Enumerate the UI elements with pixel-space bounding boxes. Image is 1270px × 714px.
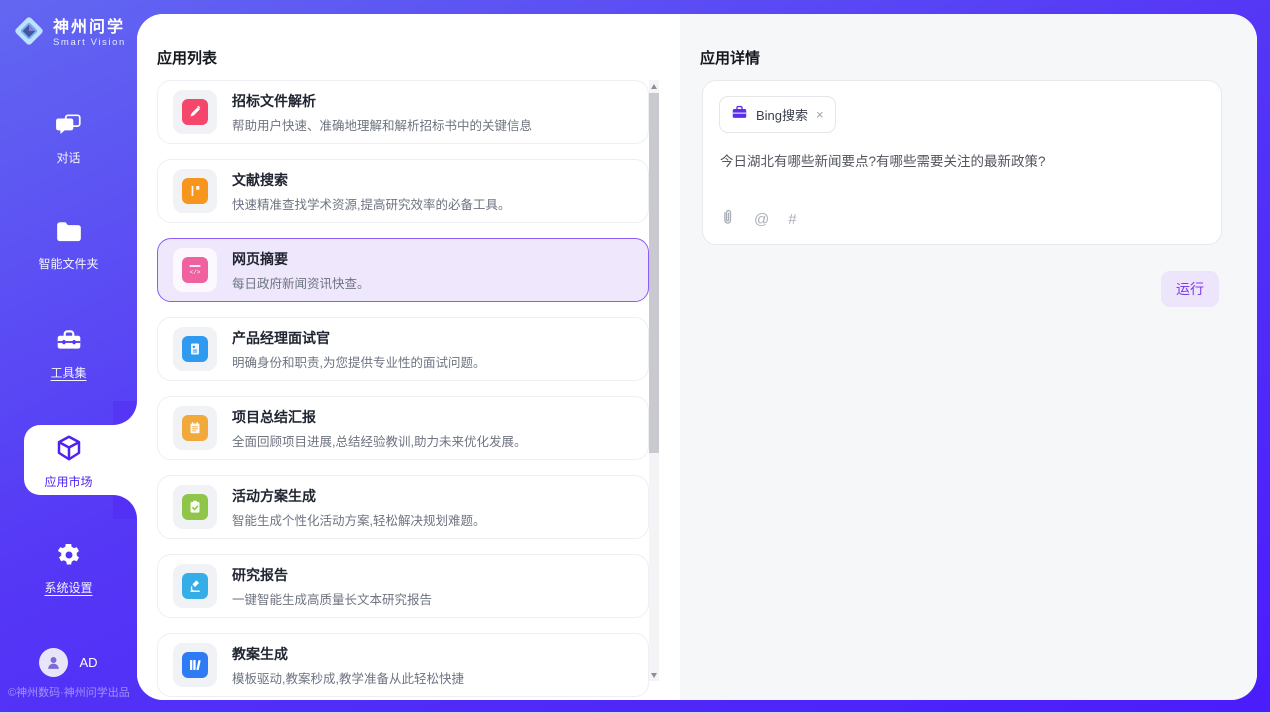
book-icon	[182, 178, 208, 204]
copyright-footer: ©神州数码·神州问学出品	[8, 684, 130, 700]
folder-icon	[55, 220, 83, 247]
pen-square-icon	[182, 99, 208, 125]
run-button[interactable]: 运行	[1161, 271, 1219, 307]
app-card-desc: 明确身份和职责,为您提供专业性的面试问题。	[232, 352, 485, 371]
app-card-title: 项目总结汇报	[232, 407, 526, 427]
sidebar-item-label: 系统设置	[44, 579, 92, 596]
microscope-icon	[182, 573, 208, 599]
app-card-desc: 智能生成个性化活动方案,轻松解决规划难题。	[232, 510, 485, 529]
brand-subtitle: Smart Vision	[53, 37, 126, 48]
app-card-desc: 模板驱动,教案秒成,教学准备从此轻松快捷	[232, 668, 464, 687]
sidebar-item-settings[interactable]: 系统设置	[0, 542, 137, 596]
brand-logo: 神州问学 Smart Vision	[11, 13, 126, 54]
close-icon[interactable]: ×	[816, 108, 824, 121]
app-card-pm-interviewer[interactable]: 产品经理面试官 明确身份和职责,为您提供专业性的面试问题。	[157, 317, 649, 381]
app-card-title: 文献搜索	[232, 170, 510, 190]
toolbox-icon	[55, 327, 83, 356]
user-initials: AD	[79, 655, 97, 670]
app-icon-tile	[173, 327, 217, 371]
sidebar-item-label: 工具集	[50, 364, 86, 381]
app-icon-tile	[173, 564, 217, 608]
resume-icon	[182, 336, 208, 362]
at-mention-icon[interactable]: @	[754, 211, 769, 228]
app-icon-tile	[173, 485, 217, 529]
sidebar-item-toolset[interactable]: 工具集	[0, 327, 137, 381]
hash-tag-icon[interactable]: #	[788, 211, 796, 228]
sidebar-item-label: 应用市场	[44, 473, 92, 490]
cube-icon	[54, 434, 84, 465]
browser-code-icon: </>	[182, 257, 208, 283]
query-input[interactable]: 今日湖北有哪些新闻要点?有哪些需要关注的最新政策?	[720, 152, 1205, 172]
diamond-logo-icon	[11, 13, 47, 54]
tool-tag-label: Bing搜索	[756, 105, 808, 124]
briefcase-icon	[731, 104, 748, 125]
clipboard-check-icon	[182, 494, 208, 520]
tool-tag-bing-search[interactable]: Bing搜索 ×	[719, 96, 836, 133]
user-account[interactable]: AD	[0, 648, 137, 677]
sidebar: 神州问学 Smart Vision 对话 智能文件夹	[0, 0, 137, 714]
app-card-title: 网页摘要	[232, 249, 370, 269]
app-card-project-summary[interactable]: 项目总结汇报 全面回顾项目进展,总结经验教训,助力未来优化发展。	[157, 396, 649, 460]
app-icon-tile	[173, 643, 217, 687]
app-card-list: 招标文件解析 帮助用户快速、准确地理解和解析招标书中的关键信息 文献搜索 快速精…	[157, 80, 649, 700]
app-icon-tile: </>	[173, 248, 217, 292]
app-list-scrollbar[interactable]	[649, 80, 659, 681]
app-card-title: 教案生成	[232, 644, 464, 664]
app-detail-title: 应用详情	[700, 47, 760, 68]
app-icon-tile	[173, 406, 217, 450]
avatar	[39, 648, 68, 677]
app-icon-tile	[173, 90, 217, 134]
app-card-desc: 全面回顾项目进展,总结经验教训,助力未来优化发展。	[232, 431, 526, 450]
app-card-desc: 一键智能生成高质量长文本研究报告	[232, 589, 432, 608]
books-icon	[182, 652, 208, 678]
scrollbar-thumb[interactable]	[649, 93, 659, 453]
app-icon-tile	[173, 169, 217, 213]
notepad-icon	[182, 415, 208, 441]
app-card-title: 活动方案生成	[232, 486, 485, 506]
app-card-desc: 帮助用户快速、准确地理解和解析招标书中的关键信息	[232, 115, 532, 134]
gear-icon	[55, 542, 83, 571]
app-list-title: 应用列表	[157, 47, 217, 68]
app-detail-section: 应用详情 Bing搜索 × 今日湖北有哪些新闻要点?有哪些需要关注的最新政策?	[680, 14, 1257, 700]
app-card-desc: 快速精准查找学术资源,提高研究效率的必备工具。	[232, 194, 510, 213]
scroll-up-arrow-icon[interactable]	[649, 80, 659, 92]
brand-name: 神州问学	[53, 19, 126, 37]
sidebar-item-app-market[interactable]: 应用市场	[0, 434, 137, 490]
app-card-desc: 每日政府新闻资讯快查。	[232, 273, 370, 292]
scroll-down-arrow-icon[interactable]	[649, 669, 659, 681]
app-card-title: 招标文件解析	[232, 91, 532, 111]
sidebar-item-smart-folder[interactable]: 智能文件夹	[0, 220, 137, 272]
app-card-title: 产品经理面试官	[232, 328, 485, 348]
app-list-section: 应用列表 招标文件解析 帮助用户快速、准确地理解和解析招标书中的关键信息	[137, 14, 680, 700]
attachment-toolbar: @ #	[720, 208, 797, 231]
main-panel: 应用列表 招标文件解析 帮助用户快速、准确地理解和解析招标书中的关键信息	[137, 14, 1257, 700]
sidebar-item-label: 智能文件夹	[38, 255, 98, 272]
app-card-bid-analysis[interactable]: 招标文件解析 帮助用户快速、准确地理解和解析招标书中的关键信息	[157, 80, 649, 144]
paperclip-icon[interactable]	[720, 208, 735, 231]
app-card-research-report[interactable]: 研究报告 一键智能生成高质量长文本研究报告	[157, 554, 649, 618]
prompt-card[interactable]: Bing搜索 × 今日湖北有哪些新闻要点?有哪些需要关注的最新政策? @ #	[702, 80, 1222, 245]
app-card-lesson-plan[interactable]: 教案生成 模板驱动,教案秒成,教学准备从此轻松快捷	[157, 633, 649, 697]
app-card-event-plan[interactable]: 活动方案生成 智能生成个性化活动方案,轻松解决规划难题。	[157, 475, 649, 539]
sidebar-item-label: 对话	[56, 149, 80, 166]
app-card-title: 研究报告	[232, 565, 432, 585]
app-card-literature-search[interactable]: 文献搜索 快速精准查找学术资源,提高研究效率的必备工具。	[157, 159, 649, 223]
app-card-web-summary[interactable]: </> 网页摘要 每日政府新闻资讯快查。	[157, 238, 649, 302]
svg-text:</>: </>	[190, 269, 201, 276]
chat-icon	[55, 112, 83, 141]
sidebar-item-chat[interactable]: 对话	[0, 112, 137, 166]
